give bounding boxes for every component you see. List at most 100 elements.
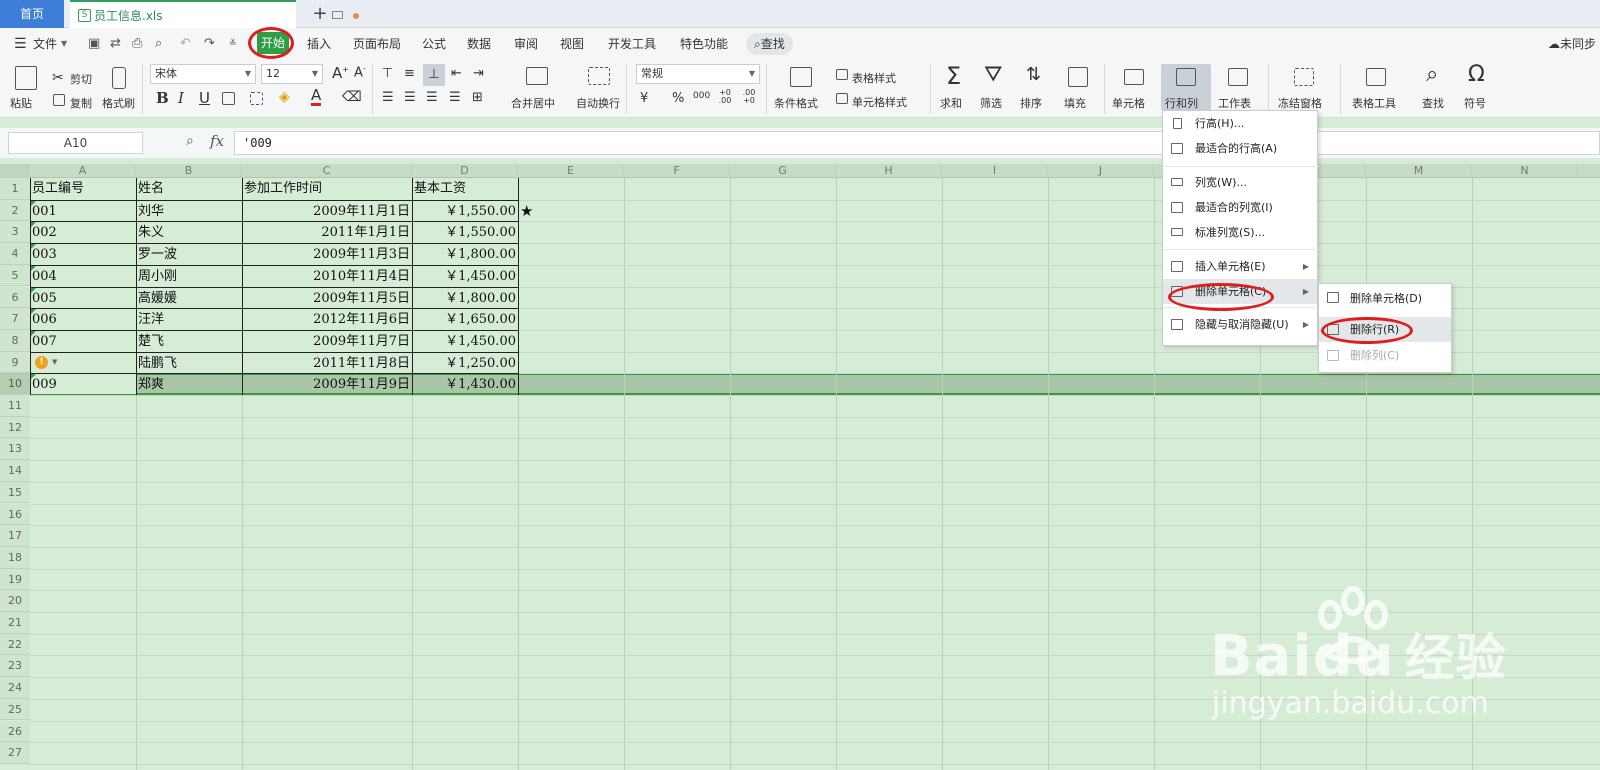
table-cell[interactable]: 陆鹏飞 xyxy=(138,353,240,375)
row-header[interactable]: 5 xyxy=(0,264,30,287)
table-cell[interactable]: 004 xyxy=(32,266,134,288)
row-header[interactable]: 20 xyxy=(0,590,30,612)
column-header[interactable]: F xyxy=(624,164,730,178)
table-header-cell[interactable]: 基本工资 xyxy=(414,178,516,200)
table-cell[interactable]: 002 xyxy=(32,222,134,244)
column-header[interactable]: B xyxy=(136,164,242,178)
submenu-arrow-icon: ▶ xyxy=(1302,320,1309,329)
table-cell[interactable]: 005 xyxy=(32,288,134,310)
table-cell[interactable]: 2009年11月1日 xyxy=(244,201,410,223)
table-cell[interactable]: 高媛媛 xyxy=(138,288,240,310)
highlight-ring xyxy=(1168,283,1274,311)
table-cell[interactable]: 汪洋 xyxy=(138,309,240,331)
table-cell[interactable]: 2009年11月7日 xyxy=(244,331,410,353)
row-header[interactable]: 22 xyxy=(0,633,30,656)
row-header[interactable]: 15 xyxy=(0,481,30,504)
row-header[interactable]: 18 xyxy=(0,546,30,569)
row-header[interactable]: 24 xyxy=(0,677,30,699)
table-cell[interactable]: 2011年11月8日 xyxy=(244,353,410,375)
row-header[interactable]: 12 xyxy=(0,416,30,439)
row-header[interactable]: 16 xyxy=(0,503,30,526)
row-header[interactable]: 23 xyxy=(0,655,30,678)
table-cell[interactable]: 郑爽 xyxy=(138,374,240,396)
column-header[interactable]: N xyxy=(1472,164,1578,178)
column-header[interactable]: G xyxy=(730,164,836,178)
table-header-cell[interactable]: 员工编号 xyxy=(32,178,134,200)
row-header[interactable]: 21 xyxy=(0,612,30,634)
row-header[interactable]: 17 xyxy=(0,525,30,547)
row-header[interactable]: 19 xyxy=(0,568,30,591)
menu-col-width[interactable]: 列宽(W)... xyxy=(1195,170,1247,195)
row-header[interactable]: 3 xyxy=(0,221,30,244)
menu-std-width[interactable]: 标准列宽(S)... xyxy=(1195,220,1265,245)
col-width-icon xyxy=(1171,178,1183,186)
column-header[interactable]: M xyxy=(1366,164,1472,178)
autofit-col-icon xyxy=(1171,202,1183,213)
table-cell[interactable]: 2011年1月1日 xyxy=(244,222,410,244)
column-header[interactable]: J xyxy=(1048,164,1154,178)
table-cell[interactable]: ￥1,250.00 xyxy=(414,353,516,375)
row-header[interactable]: 7 xyxy=(0,308,30,330)
table-cell[interactable]: 楚飞 xyxy=(138,331,240,353)
table-cell[interactable]: 001 xyxy=(32,201,134,223)
menu-autofit-col[interactable]: 最适合的列宽(I) xyxy=(1195,195,1273,220)
row-header[interactable]: 25 xyxy=(0,698,30,721)
row-header[interactable]: 27 xyxy=(0,742,30,764)
row-header[interactable]: 10 xyxy=(0,373,30,395)
table-cell[interactable]: 2010年11月4日 xyxy=(244,266,410,288)
table-cell[interactable]: ￥1,550.00 xyxy=(414,201,516,223)
error-indicator-icon xyxy=(31,244,36,250)
table-cell[interactable]: 006 xyxy=(32,309,134,331)
watermark-url: jingyan.baidu.com xyxy=(1212,686,1489,721)
table-cell[interactable]: ￥1,650.00 xyxy=(414,309,516,331)
watermark-logo: Baidu 经验 xyxy=(1210,624,1507,689)
table-header-cell[interactable]: 姓名 xyxy=(138,178,240,200)
table-cell[interactable]: ￥1,800.00 xyxy=(414,288,516,310)
row-header[interactable]: 6 xyxy=(0,286,30,309)
column-header[interactable]: I xyxy=(942,164,1048,178)
table-cell[interactable]: 009 xyxy=(32,374,134,396)
table-cell[interactable]: ￥1,430.00 xyxy=(414,374,516,396)
menu-autofit-row[interactable]: 最适合的行高(A) xyxy=(1195,136,1277,161)
table-cell[interactable]: ￥1,800.00 xyxy=(414,244,516,266)
row-header[interactable]: 1 xyxy=(0,178,30,200)
row-header[interactable]: 8 xyxy=(0,329,30,352)
submenu-arrow-icon: ▶ xyxy=(1302,262,1309,271)
table-cell[interactable]: 2009年11月9日 xyxy=(244,374,410,396)
menu-insert-cell[interactable]: 插入单元格(E) xyxy=(1195,254,1266,279)
chevron-down-icon[interactable]: ▼ xyxy=(52,356,57,369)
column-header[interactable]: H xyxy=(836,164,942,178)
column-header[interactable]: A xyxy=(30,164,136,178)
row-header[interactable]: 26 xyxy=(0,720,30,743)
column-header[interactable]: D xyxy=(412,164,518,178)
menu-row-height[interactable]: 行高(H)... xyxy=(1195,111,1244,136)
row-header[interactable]: 2 xyxy=(0,199,30,222)
table-cell[interactable]: 2012年11月6日 xyxy=(244,309,410,331)
row-header[interactable]: 9 xyxy=(0,351,30,374)
error-indicator-icon xyxy=(31,222,36,228)
table-cell[interactable]: 007 xyxy=(32,331,134,353)
table-cell[interactable]: 003 xyxy=(32,244,134,266)
table-cell[interactable]: ￥1,450.00 xyxy=(414,331,516,353)
row-header[interactable]: 14 xyxy=(0,460,30,482)
submenu-delete-cell[interactable]: 删除单元格(D) xyxy=(1350,286,1422,311)
error-indicator-icon xyxy=(31,309,36,315)
menu-hide-unhide[interactable]: 隐藏与取消隐藏(U) xyxy=(1195,312,1289,337)
column-header[interactable]: E xyxy=(518,164,624,178)
table-cell[interactable]: 刘华 xyxy=(138,201,240,223)
row-header[interactable]: 11 xyxy=(0,395,30,417)
column-header[interactable]: C xyxy=(242,164,412,178)
table-cell[interactable]: 2009年11月5日 xyxy=(244,288,410,310)
table-cell[interactable]: 周小刚 xyxy=(138,266,240,288)
row-header[interactable]: 13 xyxy=(0,438,30,461)
table-cell[interactable]: ￥1,550.00 xyxy=(414,222,516,244)
table-header-cell[interactable]: 参加工作时间 xyxy=(244,178,410,200)
table-cell[interactable]: ￥1,450.00 xyxy=(414,266,516,288)
autofit-row-icon xyxy=(1171,143,1183,154)
table-cell[interactable]: 朱义 xyxy=(138,222,240,244)
table-cell[interactable]: 2009年11月3日 xyxy=(244,244,410,266)
warning-icon[interactable]: ! xyxy=(35,355,48,369)
table-cell[interactable]: 罗一波 xyxy=(138,244,240,266)
select-all-corner[interactable] xyxy=(0,164,30,178)
row-header[interactable]: 4 xyxy=(0,243,30,265)
